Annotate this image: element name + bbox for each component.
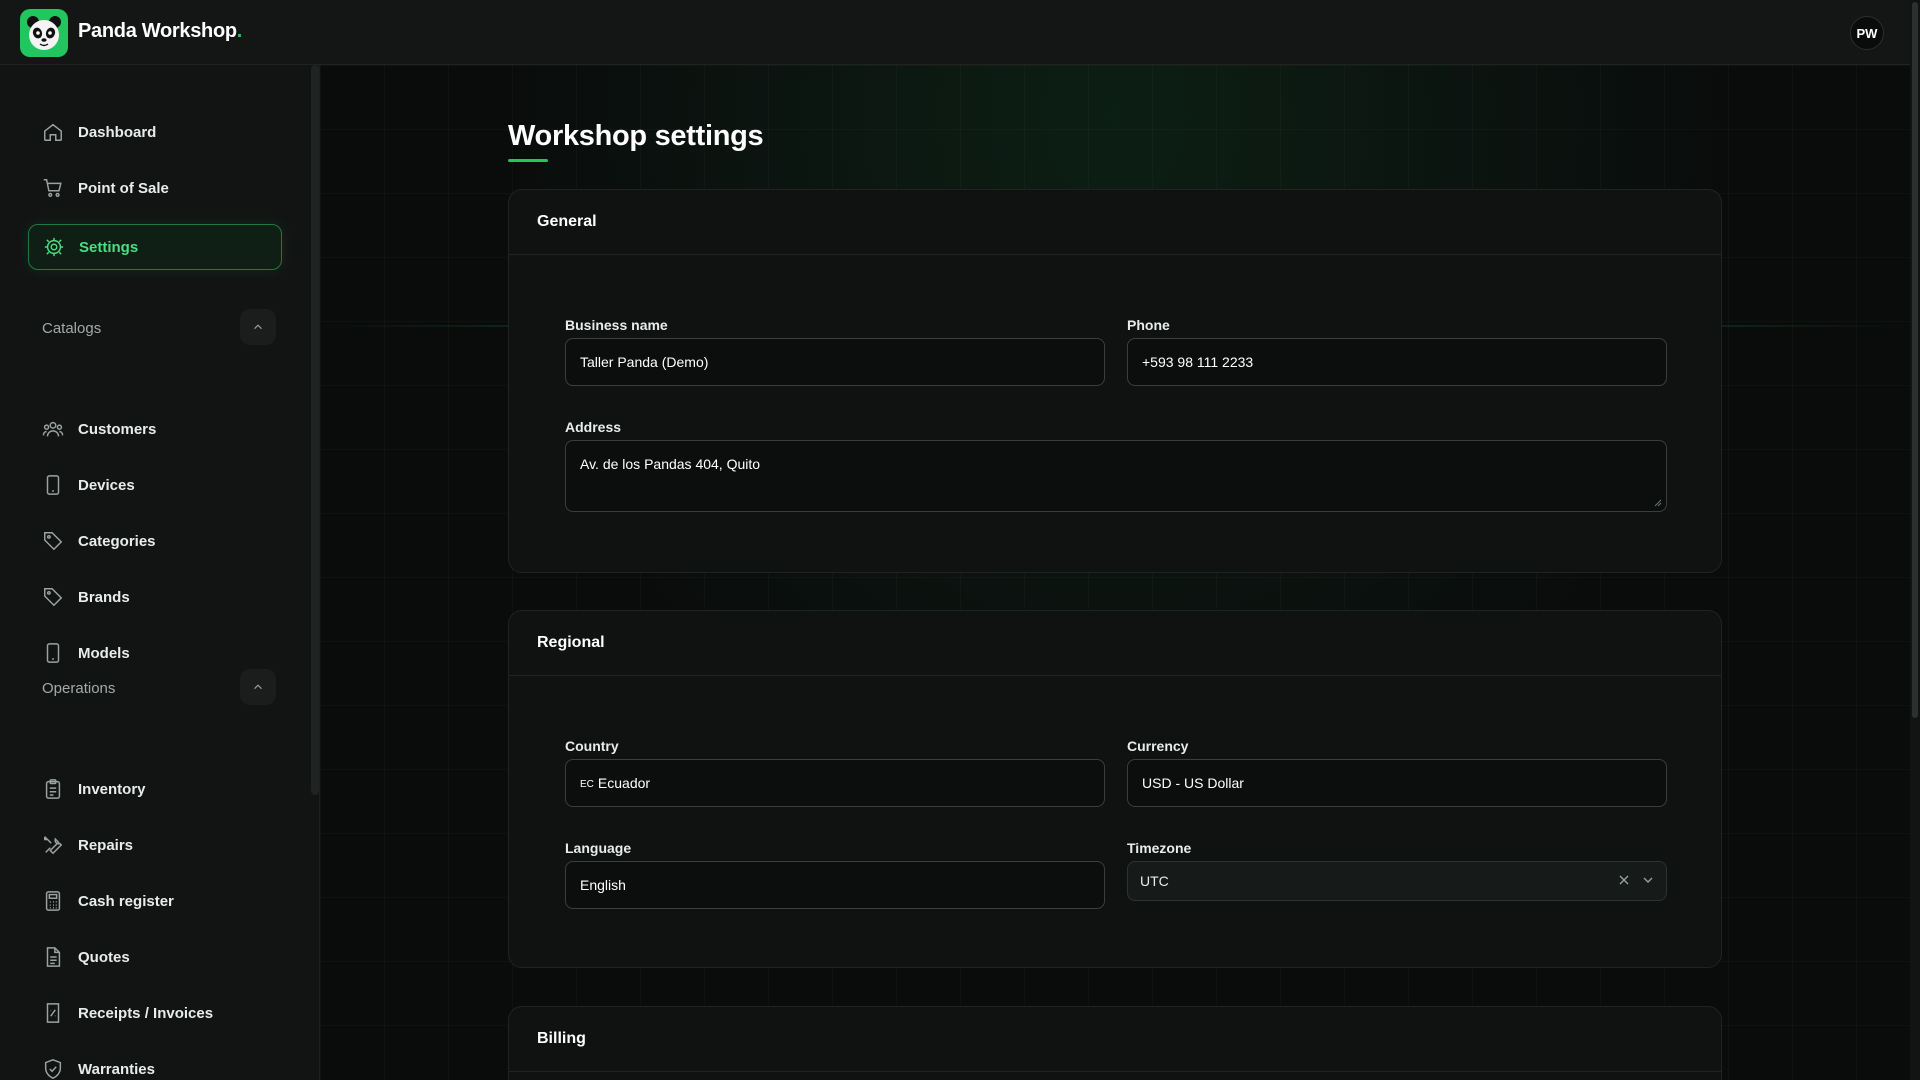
brand-dot: .	[236, 20, 243, 42]
brand-name[interactable]: Panda Workshop.	[78, 20, 242, 43]
tools-icon	[44, 836, 63, 855]
address-label: Address	[565, 419, 622, 435]
sidebar-item-warranties[interactable]: Warranties	[28, 1046, 282, 1080]
page-scrollbar[interactable]	[1910, 0, 1920, 1080]
sidebar-item-cash-register[interactable]: Cash register	[28, 878, 282, 924]
sidebar-item-label: Categories	[78, 532, 156, 550]
operations-collapse-button[interactable]	[240, 669, 276, 705]
regional-card: Regional Country EC Ecuador Currency USD…	[508, 610, 1722, 968]
sidebar-item-label: Warranties	[78, 1060, 155, 1078]
phone-label: Phone	[1127, 317, 1170, 333]
chevron-up-icon	[254, 324, 262, 330]
page-title: Workshop settings	[508, 120, 764, 152]
sidebar-item-categories[interactable]: Categories	[28, 518, 282, 564]
sidebar-item-models[interactable]: Models	[28, 630, 282, 676]
sidebar-item-label: Receipts / Invoices	[78, 1004, 214, 1022]
sidebar-item-repairs[interactable]: Repairs	[28, 822, 282, 868]
sidebar-item-settings[interactable]: Settings	[28, 224, 282, 270]
general-heading: General	[509, 190, 1721, 255]
timezone-select[interactable]: UTC	[1127, 861, 1667, 901]
phone-icon	[46, 475, 60, 495]
billing-heading: Billing	[509, 1007, 1721, 1072]
sidebar-item-receipts-invoices[interactable]: Receipts / Invoices	[28, 990, 282, 1036]
chevron-down-icon[interactable]	[1640, 872, 1656, 888]
panda-logo-icon[interactable]	[20, 9, 68, 57]
country-label: Country	[565, 738, 619, 754]
currency-label: Currency	[1127, 738, 1189, 754]
tag-icon	[44, 588, 63, 607]
operations-section-label: Operations	[42, 680, 116, 697]
business-name-input[interactable]: Taller Panda (Demo)	[565, 338, 1105, 386]
sidebar: Dashboard Point of Sale Settings Catalog…	[0, 65, 320, 1080]
sidebar-item-label: Models	[78, 644, 130, 662]
timezone-label: Timezone	[1127, 840, 1192, 856]
timezone-value: UTC	[1140, 873, 1169, 889]
sidebar-item-devices[interactable]: Devices	[28, 462, 282, 508]
chevron-up-icon	[254, 684, 262, 690]
regional-heading: Regional	[509, 611, 1721, 676]
sidebar-item-customers[interactable]: Customers	[28, 406, 282, 452]
business-name-label: Business name	[565, 317, 668, 333]
sidebar-item-label: Customers	[78, 420, 157, 438]
sidebar-item-label: Settings	[79, 238, 139, 256]
catalogs-collapse-button[interactable]	[240, 309, 276, 345]
address-textarea[interactable]: Av. de los Pandas 404, Quito	[565, 440, 1667, 512]
tag-icon	[44, 532, 63, 551]
country-input[interactable]: EC Ecuador	[565, 759, 1105, 807]
sidebar-item-label: Inventory	[78, 780, 146, 798]
home-icon	[44, 123, 62, 141]
currency-input[interactable]: USD - US Dollar	[1127, 759, 1667, 807]
resize-grip-icon[interactable]	[1652, 497, 1662, 507]
document-icon	[46, 947, 61, 967]
users-icon	[42, 421, 64, 437]
cart-icon	[43, 179, 62, 197]
phone-input[interactable]: +593 98 111 2233	[1127, 338, 1667, 386]
sidebar-item-brands[interactable]: Brands	[28, 574, 282, 620]
receipt-icon	[46, 1003, 60, 1023]
gear-icon	[44, 237, 64, 257]
sidebar-item-inventory[interactable]: Inventory	[28, 766, 282, 812]
sidebar-item-label: Quotes	[78, 948, 130, 966]
page-scrollbar-thumb[interactable]	[1912, 2, 1918, 718]
phone-icon	[46, 643, 60, 663]
language-input[interactable]: English	[565, 861, 1105, 909]
language-label: Language	[565, 840, 632, 856]
sidebar-item-label: Point of Sale	[78, 179, 169, 197]
sidebar-item-dashboard[interactable]: Dashboard	[28, 109, 282, 155]
sidebar-item-label: Cash register	[78, 892, 174, 910]
billing-card: Billing	[508, 1006, 1722, 1080]
main-content: Workshop settings General Business name …	[320, 65, 1910, 1080]
country-flag-code: EC	[580, 778, 594, 790]
address-value: Av. de los Pandas 404, Quito	[580, 456, 761, 472]
timezone-select-controls	[1616, 872, 1656, 888]
top-bar: Panda Workshop. PW	[0, 0, 1920, 65]
catalogs-section-label: Catalogs	[42, 320, 102, 337]
sidebar-scrollbar[interactable]	[311, 65, 319, 795]
country-value: Ecuador	[597, 775, 651, 791]
sidebar-item-label: Repairs	[78, 836, 134, 854]
sidebar-item-point-of-sale[interactable]: Point of Sale	[28, 165, 282, 211]
sidebar-item-label: Devices	[78, 476, 135, 494]
clipboard-icon	[45, 779, 61, 799]
general-card: General Business name Taller Panda (Demo…	[508, 189, 1722, 573]
sidebar-item-label: Dashboard	[78, 123, 157, 141]
user-avatar[interactable]: PW	[1850, 16, 1884, 50]
calculator-icon	[45, 891, 61, 911]
title-underline	[508, 159, 548, 162]
sidebar-item-quotes[interactable]: Quotes	[28, 934, 282, 980]
sidebar-item-label: Brands	[78, 588, 130, 606]
clear-icon[interactable]	[1616, 872, 1632, 888]
shield-icon	[44, 1059, 62, 1079]
